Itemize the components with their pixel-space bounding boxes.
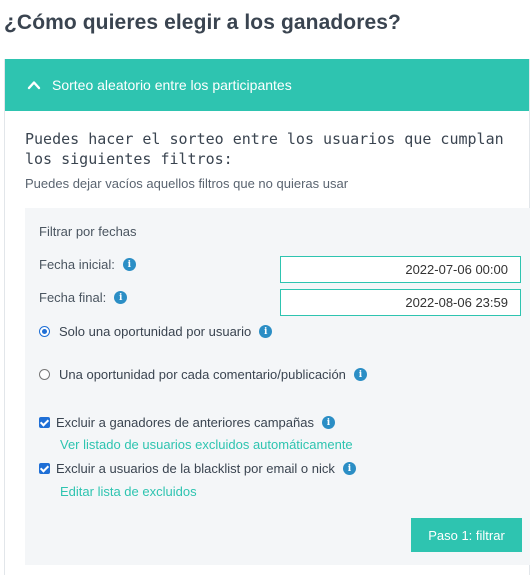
radio-one-label: Solo una oportunidad por usuario (59, 324, 252, 339)
excluded-users-list-link[interactable]: Ver listado de usuarios excluidos automá… (60, 437, 353, 452)
checkbox-checked[interactable] (39, 417, 50, 428)
chevron-up-icon (27, 81, 41, 90)
radio-per-comment[interactable]: Una oportunidad por cada comentario/publ… (39, 367, 367, 382)
panel-header-toggle[interactable]: Sorteo aleatorio entre los participantes (5, 59, 529, 111)
start-date-label: Fecha inicial: i (39, 257, 136, 272)
filters-title: Filtrar por fechas (39, 224, 137, 239)
info-icon[interactable]: i (259, 325, 273, 338)
end-date-label-text: Fecha final: (39, 290, 107, 305)
check-two-label: Excluir a usuarios de la blacklist por e… (56, 461, 335, 476)
end-date-input[interactable] (280, 289, 521, 316)
checkbox-exclude-previous-winners[interactable]: Excluir a ganadores de anteriores campañ… (39, 415, 335, 430)
start-date-input[interactable] (280, 256, 521, 283)
edit-excluded-list-link[interactable]: Editar lista de excluidos (60, 484, 197, 499)
filter-step1-button[interactable]: Paso 1: filtrar (411, 518, 522, 552)
radio-one-per-user[interactable]: Solo una oportunidad por usuario i (39, 324, 273, 339)
checkbox-checked[interactable] (39, 463, 50, 474)
start-date-label-text: Fecha inicial: (39, 257, 115, 272)
filters-box: Filtrar por fechas Fecha inicial: i Fech… (25, 208, 530, 565)
end-date-label: Fecha final: i (39, 290, 128, 305)
info-icon[interactable]: i (321, 416, 335, 429)
hint-text: Puedes dejar vacíos aquellos filtros que… (25, 176, 349, 191)
info-icon[interactable]: i (353, 368, 367, 381)
checkbox-exclude-blacklist[interactable]: Excluir a usuarios de la blacklist por e… (39, 461, 356, 476)
radio-two-label: Una oportunidad por cada comentario/publ… (59, 367, 346, 382)
radio-button-selected[interactable] (39, 326, 50, 337)
panel-header-label: Sorteo aleatorio entre los participantes (52, 77, 292, 93)
info-icon[interactable]: i (122, 258, 136, 271)
check-one-label: Excluir a ganadores de anteriores campañ… (56, 415, 314, 430)
info-icon[interactable]: i (342, 462, 356, 475)
draw-panel: Sorteo aleatorio entre los participantes… (4, 59, 530, 575)
info-icon[interactable]: i (114, 291, 128, 304)
page-title: ¿Cómo quieres elegir a los ganadores? (4, 11, 401, 34)
intro-text: Puedes hacer el sorteo entre los usuario… (25, 130, 504, 168)
radio-button[interactable] (39, 369, 50, 380)
